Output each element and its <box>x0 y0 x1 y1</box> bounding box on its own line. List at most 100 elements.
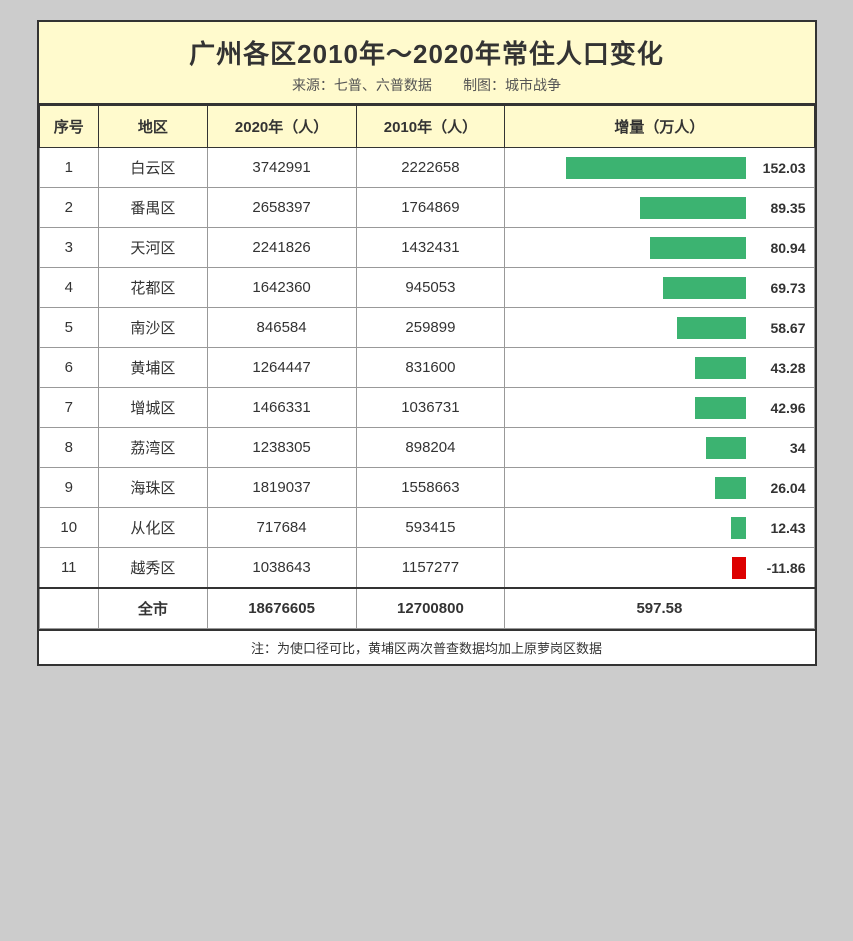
cell-area: 海珠区 <box>99 468 208 508</box>
cell-no: 5 <box>39 308 99 348</box>
cell-increase: 26.04 <box>505 468 814 508</box>
table-row: 10从化区717684593415 12.43 <box>39 508 814 548</box>
increase-value: 12.43 <box>751 520 806 536</box>
cell-no: 8 <box>39 428 99 468</box>
note-text: 注：为使口径可比，黄埔区两次普查数据均加上原萝岗区数据 <box>251 641 602 656</box>
header-area: 地区 <box>99 106 208 148</box>
cell-increase: 58.67 <box>505 308 814 348</box>
cell-2010: 898204 <box>356 428 505 468</box>
table-row: 6黄埔区126444783160043.28 <box>39 348 814 388</box>
title-section: 广州各区2010年～2020年常住人口变化 来源：七普、六普数据 制图：城市战争 <box>39 22 815 105</box>
author-label: 制图：城市战争 <box>463 77 561 93</box>
table-row: 7增城区1466331103673142.96 <box>39 388 814 428</box>
cell-2010: 1432431 <box>356 228 505 268</box>
cell-increase: 12.43 <box>505 508 814 548</box>
cell-2020: 2241826 <box>207 228 356 268</box>
cell-no: 4 <box>39 268 99 308</box>
cell-area: 白云区 <box>99 148 208 188</box>
sub-title: 来源：七普、六普数据 制图：城市战争 <box>49 75 805 95</box>
table-row: 8荔湾区1238305898204 34 <box>39 428 814 468</box>
header-2020: 2020年（人） <box>207 106 356 148</box>
cell-2010: 1558663 <box>356 468 505 508</box>
cell-2010: 1157277 <box>356 548 505 589</box>
increase-value: -11.86 <box>751 560 806 576</box>
bar-chart <box>677 317 746 339</box>
bar-chart <box>695 357 746 379</box>
cell-area: 荔湾区 <box>99 428 208 468</box>
cell-area: 花都区 <box>99 268 208 308</box>
increase-value: 26.04 <box>751 480 806 496</box>
cell-increase: 34 <box>505 428 814 468</box>
cell-area: 增城区 <box>99 388 208 428</box>
cell-area: 番禺区 <box>99 188 208 228</box>
increase-value: 43.28 <box>751 360 806 376</box>
cell-2010: 1036731 <box>356 388 505 428</box>
cell-increase: -11.86 <box>505 548 814 589</box>
cell-2010: 2222658 <box>356 148 505 188</box>
cell-area: 天河区 <box>99 228 208 268</box>
cell-increase: 42.96 <box>505 388 814 428</box>
cell-area: 南沙区 <box>99 308 208 348</box>
table-row: 9海珠区18190371558663 26.04 <box>39 468 814 508</box>
cell-2020: 1238305 <box>207 428 356 468</box>
bar-chart <box>706 437 746 459</box>
table-body: 1白云区37429912222658 152.03 2番禺区265839717648… <box>39 148 814 629</box>
cell-2020: 2658397 <box>207 188 356 228</box>
cell-2020: 846584 <box>207 308 356 348</box>
bar-chart <box>566 157 746 179</box>
table-row: 2番禺区2658397176486989.35 <box>39 188 814 228</box>
total-row: 全市1867660512700800597.58 <box>39 588 814 629</box>
cell-2010: 593415 <box>356 508 505 548</box>
cell-area: 从化区 <box>99 508 208 548</box>
total-cell-no <box>39 588 99 629</box>
cell-no: 6 <box>39 348 99 388</box>
table-row: 11越秀区10386431157277-11.86 <box>39 548 814 589</box>
cell-increase: 43.28 <box>505 348 814 388</box>
main-container: 广州各区2010年～2020年常住人口变化 来源：七普、六普数据 制图：城市战争… <box>37 20 817 666</box>
table-row: 1白云区37429912222658 152.03 <box>39 148 814 188</box>
cell-no: 9 <box>39 468 99 508</box>
cell-increase: 69.73 <box>505 268 814 308</box>
bar-chart <box>732 557 746 579</box>
total-cell-2020: 18676605 <box>207 588 356 629</box>
cell-increase: 152.03 <box>505 148 814 188</box>
increase-value: 152.03 <box>751 160 806 176</box>
bar-chart <box>650 237 746 259</box>
cell-no: 3 <box>39 228 99 268</box>
increase-value: 42.96 <box>751 400 806 416</box>
table-row: 5南沙区846584259899 58.67 <box>39 308 814 348</box>
cell-2020: 1819037 <box>207 468 356 508</box>
cell-2020: 1038643 <box>207 548 356 589</box>
cell-2020: 1264447 <box>207 348 356 388</box>
data-table: 序号 地区 2020年（人） 2010年（人） 增量（万人） 1白云区37429… <box>39 105 815 629</box>
increase-value: 58.67 <box>751 320 806 336</box>
increase-value: 80.94 <box>751 240 806 256</box>
total-cell-2010: 12700800 <box>356 588 505 629</box>
cell-2010: 1764869 <box>356 188 505 228</box>
main-title: 广州各区2010年～2020年常住人口变化 <box>49 34 805 71</box>
source-label: 来源：七普、六普数据 <box>292 77 432 93</box>
cell-area: 黄埔区 <box>99 348 208 388</box>
total-cell-increase: 597.58 <box>505 588 814 629</box>
cell-2010: 945053 <box>356 268 505 308</box>
cell-2020: 1642360 <box>207 268 356 308</box>
cell-no: 10 <box>39 508 99 548</box>
header-row: 序号 地区 2020年（人） 2010年（人） 增量（万人） <box>39 106 814 148</box>
increase-value: 34 <box>751 440 806 456</box>
cell-increase: 89.35 <box>505 188 814 228</box>
total-cell-area: 全市 <box>99 588 208 629</box>
cell-no: 1 <box>39 148 99 188</box>
bar-chart <box>640 197 746 219</box>
bar-chart <box>695 397 746 419</box>
cell-area: 越秀区 <box>99 548 208 589</box>
table-row: 4花都区1642360945053 69.73 <box>39 268 814 308</box>
bar-chart <box>731 517 746 539</box>
cell-2020: 717684 <box>207 508 356 548</box>
cell-2010: 259899 <box>356 308 505 348</box>
header-2010: 2010年（人） <box>356 106 505 148</box>
bar-chart <box>715 477 746 499</box>
cell-2020: 3742991 <box>207 148 356 188</box>
cell-no: 2 <box>39 188 99 228</box>
increase-value: 69.73 <box>751 280 806 296</box>
header-increase: 增量（万人） <box>505 106 814 148</box>
